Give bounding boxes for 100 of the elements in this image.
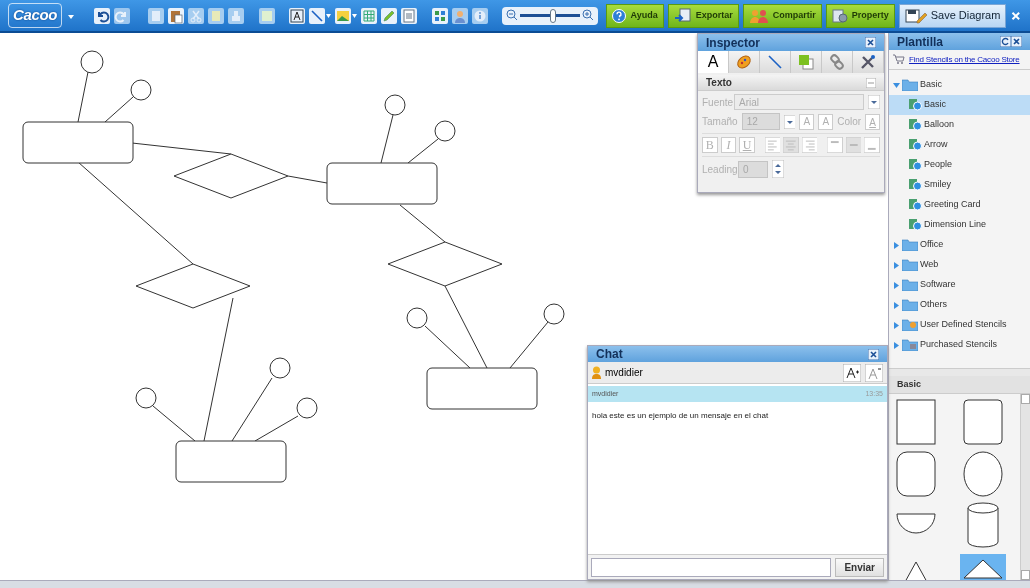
- attribute-circle[interactable]: [434, 120, 456, 142]
- document-icon[interactable]: [401, 7, 418, 24]
- tree-item[interactable]: Dimension Line: [889, 215, 1030, 235]
- person-icon[interactable]: [451, 7, 468, 24]
- clipboard-icon[interactable]: [167, 7, 184, 24]
- tree-item[interactable]: People: [889, 155, 1030, 175]
- connector-line[interactable]: [131, 142, 232, 155]
- relationship-diamond[interactable]: [135, 263, 251, 309]
- tree-folder[interactable]: Purchased Stencils: [889, 335, 1030, 355]
- text-box-icon[interactable]: [289, 7, 306, 24]
- inspector-tab[interactable]: [822, 51, 853, 73]
- save-button[interactable]: Save Diagram: [898, 3, 1007, 28]
- inspector-tab[interactable]: [729, 51, 760, 73]
- attribute-circle[interactable]: [130, 79, 152, 101]
- message-input[interactable]: [591, 557, 832, 577]
- tree-folder[interactable]: Web: [889, 255, 1030, 275]
- tree-folder[interactable]: Basic: [889, 75, 1030, 95]
- folder-user-icon: [902, 319, 918, 331]
- folder-icon: [902, 79, 918, 91]
- connector-line[interactable]: [287, 175, 328, 184]
- refresh-icon[interactable]: [1000, 36, 1011, 47]
- collapsed-icon[interactable]: [893, 321, 900, 329]
- tree-item[interactable]: Arrow: [889, 135, 1030, 155]
- connector-line[interactable]: [231, 377, 273, 442]
- connector-line[interactable]: [380, 114, 394, 164]
- attribute-circle[interactable]: [406, 307, 428, 329]
- page-icon[interactable]: [147, 7, 164, 24]
- user-icon: [592, 366, 601, 379]
- stamp-icon[interactable]: [227, 7, 244, 24]
- close-icon[interactable]: [865, 37, 876, 48]
- connector-line[interactable]: [254, 415, 299, 442]
- scrollbar[interactable]: [1020, 394, 1030, 580]
- item-label: Greeting Card: [924, 198, 981, 212]
- store-link[interactable]: Find Stencils on the Cacoo Store: [909, 53, 1020, 66]
- collapsed-icon[interactable]: [893, 341, 900, 349]
- connector-line[interactable]: [203, 297, 234, 442]
- connector-line[interactable]: [77, 71, 89, 123]
- shape-tile[interactable]: [893, 450, 939, 498]
- font-larger-icon[interactable]: [843, 363, 861, 382]
- zoom-slider[interactable]: [520, 8, 581, 23]
- tree-item[interactable]: Greeting Card: [889, 195, 1030, 215]
- collapsed-icon[interactable]: [893, 281, 900, 289]
- attribute-circle[interactable]: [296, 397, 318, 419]
- attribute-circle[interactable]: [543, 303, 565, 325]
- inspector-tab[interactable]: A: [698, 51, 729, 73]
- attribute-circle[interactable]: [384, 94, 406, 116]
- stencil-icon: [909, 159, 922, 171]
- attribute-circle[interactable]: [80, 50, 104, 74]
- tree-item[interactable]: Balloon: [889, 115, 1030, 135]
- entity-rectangle[interactable]: [426, 367, 538, 410]
- grid-icon[interactable]: [361, 7, 378, 24]
- stencil-icon: [909, 99, 922, 111]
- line-icon[interactable]: [309, 7, 332, 24]
- tree-folder[interactable]: User Defined Stencils: [889, 315, 1030, 335]
- toolbar-button[interactable]: Ayuda: [606, 3, 664, 28]
- connector-line[interactable]: [104, 96, 134, 123]
- attribute-circle[interactable]: [269, 357, 291, 379]
- close-icon[interactable]: [1011, 36, 1022, 47]
- connector-line[interactable]: [399, 204, 446, 243]
- pencil-icon[interactable]: [381, 7, 398, 24]
- square-icon[interactable]: [258, 7, 275, 24]
- paint-icon: [735, 53, 753, 71]
- redo-icon[interactable]: [113, 7, 130, 24]
- inspector-tab[interactable]: [853, 51, 884, 73]
- tree-folder[interactable]: Others: [889, 295, 1030, 315]
- layout-icon[interactable]: [431, 7, 448, 24]
- toolbar-button[interactable]: Compartir: [742, 3, 822, 28]
- info-icon[interactable]: [471, 7, 488, 24]
- attribute-circle[interactable]: [135, 387, 157, 409]
- entity-rectangle[interactable]: [175, 440, 287, 483]
- connector-line[interactable]: [407, 138, 439, 164]
- toolbar-button[interactable]: Exportar: [667, 3, 739, 28]
- shape-tile[interactable]: [959, 554, 1006, 580]
- expanded-icon[interactable]: [893, 81, 900, 89]
- relationship-diamond[interactable]: [173, 153, 289, 199]
- page-icon[interactable]: [207, 7, 224, 24]
- item-label: Arrow: [924, 138, 948, 152]
- toolbar-button[interactable]: Property: [825, 3, 895, 28]
- settings-icon: [831, 7, 848, 24]
- folder-label: Purchased Stencils: [920, 338, 998, 352]
- tree-item[interactable]: Smiley: [889, 175, 1030, 195]
- collapsed-icon[interactable]: [893, 261, 900, 269]
- collapsed-icon[interactable]: [893, 301, 900, 309]
- relationship-diamond[interactable]: [387, 241, 503, 287]
- slider-thumb[interactable]: [550, 8, 557, 23]
- scissors-icon[interactable]: [187, 7, 204, 24]
- connector-line[interactable]: [424, 325, 471, 369]
- tree-folder[interactable]: Office: [889, 235, 1030, 255]
- logo[interactable]: Cacoo: [8, 3, 62, 28]
- close-icon[interactable]: [868, 348, 879, 360]
- image-icon[interactable]: [335, 7, 358, 24]
- shape-tile[interactable]: [893, 398, 939, 446]
- tree-item[interactable]: Basic: [889, 95, 1030, 115]
- undo-icon[interactable]: [93, 7, 110, 24]
- collapsed-icon[interactable]: [893, 241, 900, 249]
- folder-label: Others: [920, 298, 947, 312]
- stencil-icon: [909, 219, 922, 231]
- send-button[interactable]: Enviar: [835, 557, 884, 577]
- tree-folder[interactable]: Software: [889, 275, 1030, 295]
- connector-line[interactable]: [444, 285, 488, 369]
